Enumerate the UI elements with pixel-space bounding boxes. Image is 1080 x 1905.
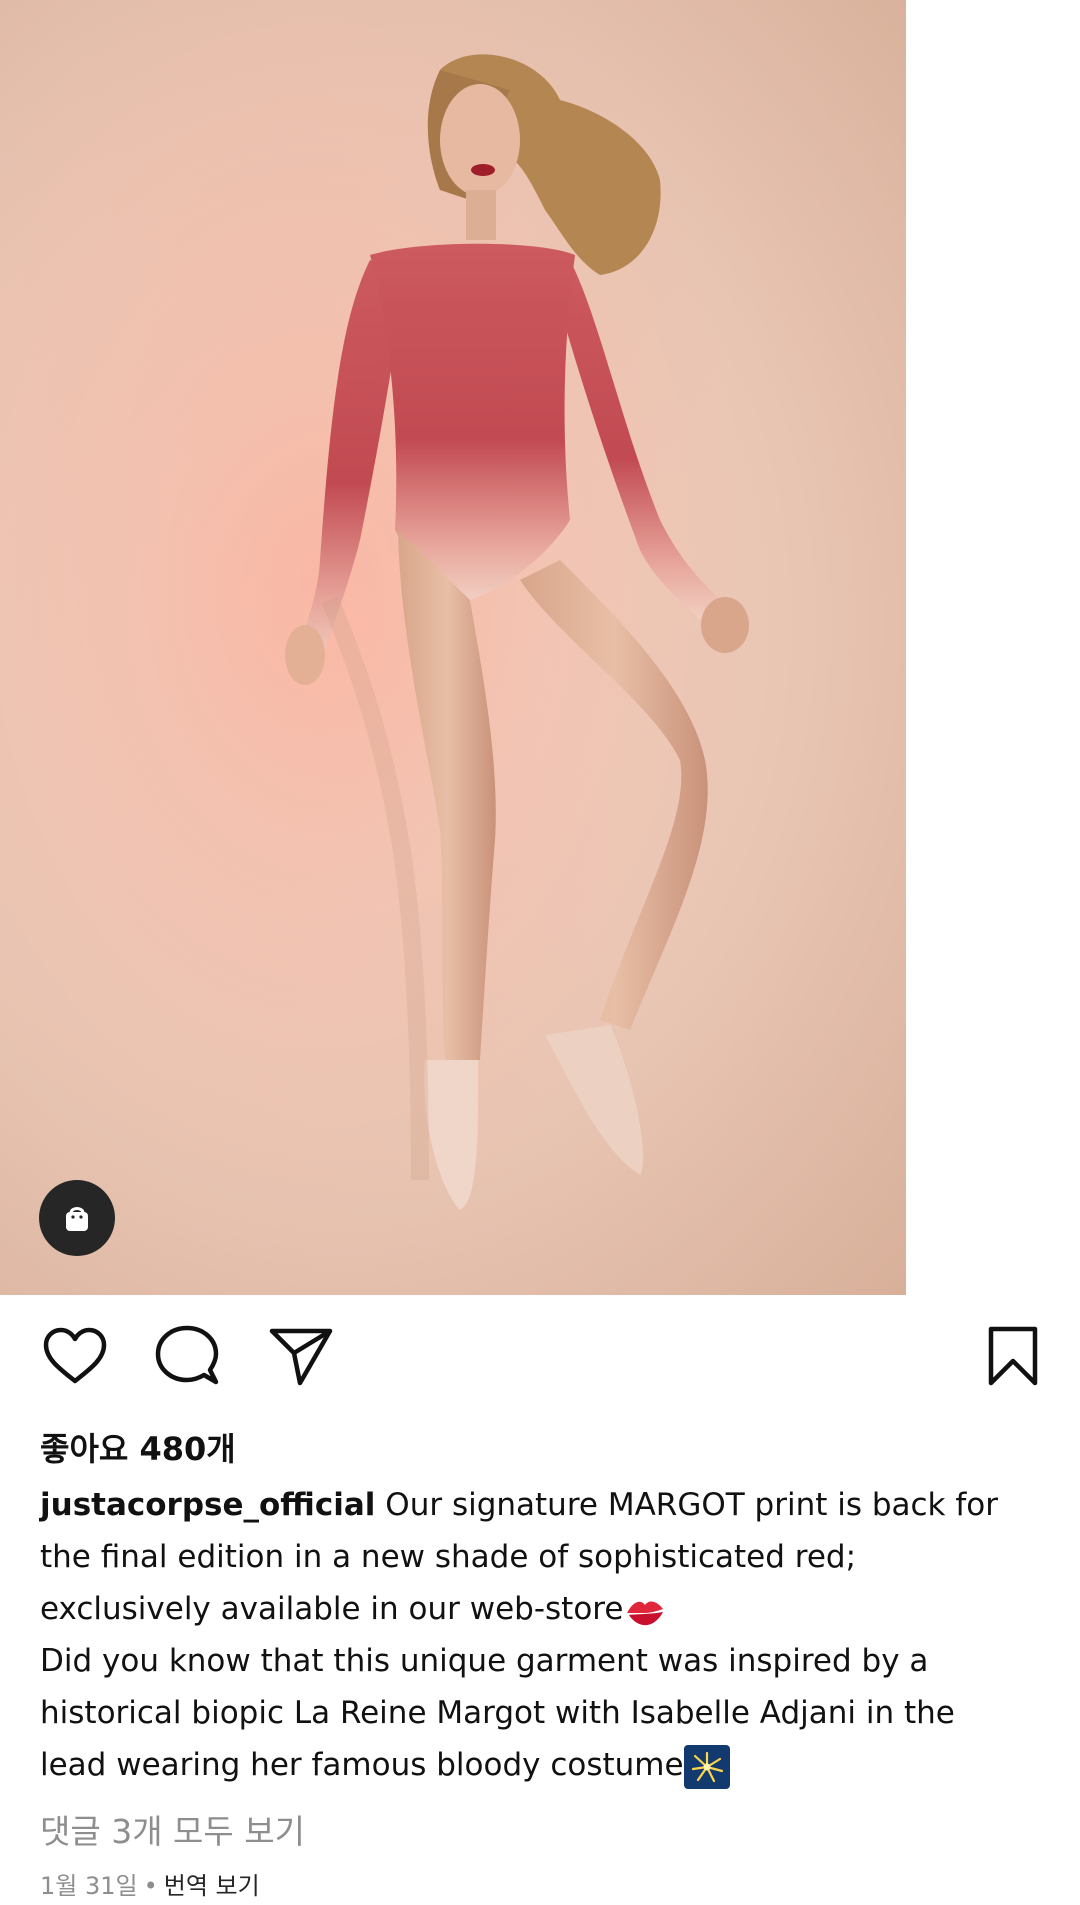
translate-link[interactable]: 번역 보기	[164, 1872, 260, 1900]
caption-text: Our signature MARGOT print is back for	[385, 1487, 998, 1523]
paper-plane-icon	[269, 1328, 333, 1386]
caption-line: historical biopic La Reine Margot with I…	[40, 1695, 955, 1731]
bookmark-icon	[988, 1326, 1038, 1386]
heart-icon	[43, 1327, 107, 1384]
caption-line: exclusively available in our web-store	[40, 1583, 1050, 1635]
share-button[interactable]	[265, 1320, 337, 1392]
post-meta: 1월 31일 • 번역 보기	[40, 1866, 260, 1901]
likes-count[interactable]: 좋아요 480개	[40, 1424, 236, 1470]
like-button[interactable]	[39, 1320, 111, 1392]
caption-line: lead wearing her famous bloody costume	[40, 1739, 1050, 1791]
caption-text: lead wearing her famous bloody costume	[40, 1747, 684, 1783]
caption-text: exclusively available in our web-store	[40, 1591, 624, 1627]
save-button[interactable]	[977, 1320, 1049, 1392]
kiss-mark-emoji-icon	[627, 1601, 664, 1625]
caption-line: the final edition in a new shade of soph…	[40, 1539, 857, 1575]
caption-line: justacorpse_official Our signature MARGO…	[40, 1479, 1050, 1531]
username-link[interactable]: justacorpse_official	[40, 1487, 375, 1523]
view-all-comments-link[interactable]: 댓글 3개 모두 보기	[40, 1805, 305, 1853]
sparkler-emoji-icon	[683, 1744, 730, 1789]
shopping-bag-icon	[66, 1207, 88, 1231]
separator-dot: •	[143, 1872, 158, 1900]
action-bar	[0, 1320, 1080, 1400]
post-photo[interactable]	[0, 0, 906, 1295]
comment-button[interactable]	[151, 1320, 223, 1392]
comment-bubble-icon	[155, 1325, 219, 1385]
caption: justacorpse_official Our signature MARGO…	[40, 1479, 1050, 1791]
dancer-illustration	[0, 0, 906, 1295]
caption-line: Did you know that this unique garment wa…	[40, 1643, 929, 1679]
shop-button[interactable]	[39, 1180, 115, 1256]
post-date: 1월 31일	[40, 1872, 138, 1900]
